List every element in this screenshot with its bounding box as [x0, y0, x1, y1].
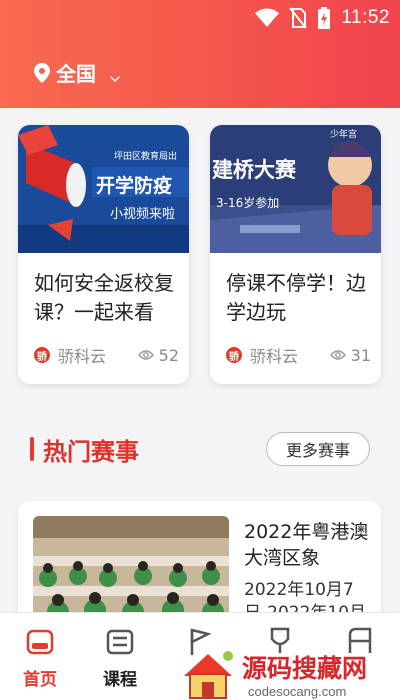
article-card[interactable]: 少年宫 建桥大赛 3-16岁参加 停课不停学！边学边玩 骄 骄科云 31	[210, 125, 381, 384]
chevron-down-icon	[110, 71, 120, 82]
watermark-logo: 源码搜藏网 codesocang.com	[180, 646, 400, 700]
svg-text:codesocang.com: codesocang.com	[248, 684, 346, 699]
eye-icon	[137, 350, 154, 360]
thumb-top-text: 坪田区教育局出	[114, 150, 177, 162]
view-count-value: 52	[158, 345, 179, 365]
view-count: 52	[137, 345, 179, 365]
header: 11:52 全国	[0, 0, 400, 108]
location-selector[interactable]: 全国	[34, 58, 120, 87]
status-time: 11:52	[341, 7, 390, 28]
thumb-sub: 3-16岁参加	[216, 195, 279, 210]
status-bar: 11:52	[255, 6, 390, 30]
no-sim-icon	[289, 7, 308, 29]
eye-icon	[329, 350, 346, 360]
hot-events-header: 热门赛事 更多赛事	[30, 430, 370, 468]
main-content: 坪田区教育局出 开学防疫 小视频来啦 如何安全返校复课？一起来看 骄 骄科云 5…	[0, 108, 400, 612]
course-icon	[106, 629, 134, 655]
tab-course[interactable]: 课程	[80, 613, 160, 700]
tab-home[interactable]: 首页	[0, 613, 80, 700]
thumb-headline: 开学防疫	[96, 174, 172, 197]
tab-label: 课程	[103, 670, 137, 690]
location-pin-icon	[34, 62, 50, 83]
thumb-top-text: 少年宫	[330, 128, 357, 140]
thumb-headline: 建桥大赛	[212, 158, 297, 182]
event-date: 2022年10月7日-2022年10月	[244, 580, 366, 612]
article-card[interactable]: 坪田区教育局出 开学防疫 小视频来啦 如何安全返校复课？一起来看 骄 骄科云 5…	[18, 125, 189, 384]
view-count: 31	[329, 345, 371, 365]
home-icon	[26, 629, 54, 655]
battery-charging-icon	[318, 7, 331, 29]
article-source: 骄科云	[58, 347, 107, 366]
event-card[interactable]: 2022年粤港澳大湾区象 2022年10月7日-2022年10月	[18, 501, 381, 612]
tab-label: 首页	[23, 670, 57, 690]
section-title: 热门赛事	[43, 437, 139, 466]
thumb-sub: 小视频来啦	[110, 207, 175, 222]
article-thumbnail: 坪田区教育局出 开学防疫 小视频来啦	[18, 125, 189, 253]
article-source: 骄科云	[250, 347, 299, 366]
source-logo-icon: 骄	[34, 347, 50, 363]
section-accent-bar	[30, 437, 34, 461]
event-image	[33, 516, 229, 612]
article-meta: 骄 骄科云 31	[226, 343, 371, 367]
view-count-value: 31	[350, 345, 371, 365]
svg-text:源码搜藏网: 源码搜藏网	[242, 654, 367, 683]
article-thumbnail: 少年宫 建桥大赛 3-16岁参加	[210, 125, 381, 253]
event-title: 2022年粤港澳大湾区象	[244, 521, 369, 569]
article-meta: 骄 骄科云 52	[34, 343, 179, 367]
location-label: 全国	[56, 62, 96, 86]
article-title: 停课不停学！边学边玩	[226, 271, 366, 324]
more-events-button[interactable]: 更多赛事	[266, 432, 370, 466]
article-title: 如何安全返校复课？一起来看	[34, 271, 174, 324]
source-logo-icon: 骄	[226, 347, 242, 363]
wifi-icon	[255, 8, 280, 27]
